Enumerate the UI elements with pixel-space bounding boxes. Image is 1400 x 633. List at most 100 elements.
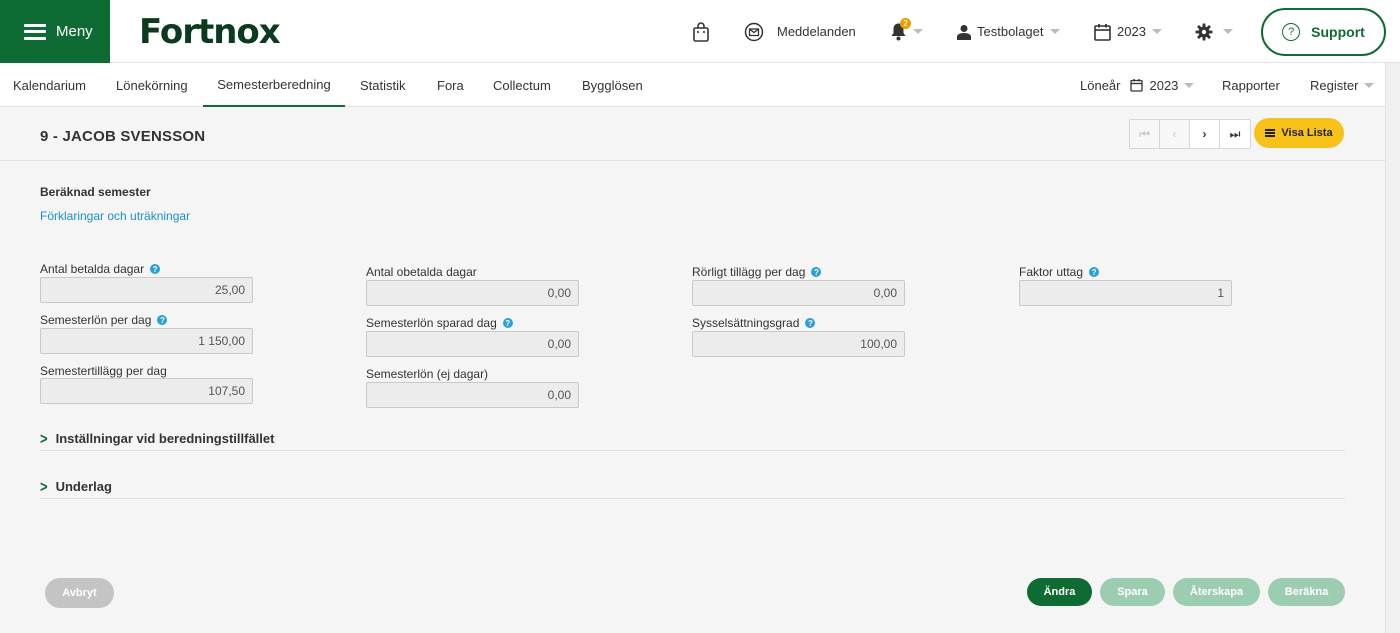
help-icon[interactable]: ? xyxy=(811,267,822,277)
semesterlon-per-dag-field[interactable]: 1 150,00 xyxy=(40,328,253,354)
chevron-right-icon: > xyxy=(40,429,48,448)
list-icon xyxy=(1265,129,1276,137)
label-text: Sysselsättningsgrad xyxy=(692,316,800,330)
tab-fora[interactable]: Fora xyxy=(437,63,464,107)
berakna-button[interactable]: Beräkna xyxy=(1268,578,1345,606)
label-text: Semesterlön per dag xyxy=(40,313,152,327)
notifications-button[interactable]: 2 xyxy=(890,0,923,63)
installningar-section-toggle[interactable]: > Inställningar vid beredningstillfället xyxy=(40,427,1345,451)
register-label: Register xyxy=(1310,77,1359,93)
tab-statistik[interactable]: Statistik xyxy=(360,63,406,107)
chevron-right-icon: › xyxy=(1202,127,1207,141)
menu-label: Meny xyxy=(56,23,93,40)
top-bar: Meny Fortnox Meddelanden 2 Testbolaget 2… xyxy=(0,0,1400,63)
help-icon[interactable]: ? xyxy=(502,318,513,328)
label-text: Antal obetalda dagar xyxy=(366,265,477,279)
rorligt-tillagg-field[interactable]: 0,00 xyxy=(692,280,905,306)
sysselsattningsgrad-field[interactable]: 100,00 xyxy=(692,331,905,357)
first-record-button[interactable]: ⏮ xyxy=(1130,120,1160,148)
shopping-bag-icon xyxy=(693,21,709,42)
label-text: Semesterlön sparad dag xyxy=(366,316,497,330)
tab-collectum[interactable]: Collectum xyxy=(493,63,551,107)
field-label-rorligt-tillagg: Rörligt tillägg per dag? xyxy=(692,265,822,279)
support-button[interactable]: ? Support xyxy=(1261,8,1386,56)
loneaar-label: Löneår xyxy=(1080,77,1121,93)
semesterlon-sparad-dag-field[interactable]: 0,00 xyxy=(366,331,579,357)
help-icon[interactable]: ? xyxy=(1089,267,1100,277)
company-selector[interactable]: Testbolaget xyxy=(957,0,1060,63)
calendar-icon xyxy=(1130,79,1144,92)
avbryt-button[interactable]: Avbryt xyxy=(45,578,114,608)
skip-last-icon: ⏭ xyxy=(1229,126,1241,141)
chevron-left-icon: ‹ xyxy=(1172,127,1177,141)
andra-button[interactable]: Ändra xyxy=(1027,578,1092,606)
user-icon xyxy=(957,24,971,40)
semestertillagg-per-dag-field[interactable]: 107,50 xyxy=(40,378,253,404)
page-header: 9 - JACOB SVENSSON ⏮ ‹ › ⏭ xyxy=(0,108,1385,161)
messages-label: Meddelanden xyxy=(777,24,856,39)
visa-lista-label: Visa Lista xyxy=(1281,127,1333,139)
shopping-bag-button[interactable] xyxy=(692,0,710,63)
register-menu[interactable]: Register xyxy=(1310,63,1375,107)
section-title: Beräknad semester xyxy=(40,185,151,199)
mail-icon xyxy=(744,22,764,41)
chevron-down-icon xyxy=(913,29,923,34)
underlag-section-toggle[interactable]: > Underlag xyxy=(40,475,1345,499)
help-icon[interactable]: ? xyxy=(150,264,161,274)
help-icon[interactable]: ? xyxy=(805,318,816,328)
field-label-semestertillagg-per-dag: Semestertillägg per dag xyxy=(40,364,167,378)
rapporter-menu[interactable]: Rapporter xyxy=(1222,63,1280,107)
label-text: Semesterlön (ej dagar) xyxy=(366,367,489,381)
tab-lonekorning[interactable]: Lönekörning xyxy=(116,63,188,107)
fortnox-logo[interactable]: Fortnox xyxy=(139,12,281,52)
chevron-down-icon xyxy=(1223,29,1233,34)
label-text: Semestertillägg per dag xyxy=(40,364,167,378)
menu-button[interactable]: Meny xyxy=(0,0,110,63)
label-text: Antal betalda dagar xyxy=(40,262,145,276)
visa-lista-button[interactable]: Visa Lista xyxy=(1254,118,1344,148)
last-record-button[interactable]: ⏭ xyxy=(1220,120,1250,148)
explanations-link[interactable]: Förklaringar och uträkningar xyxy=(40,209,190,223)
section-heading: Inställningar vid beredningstillfället xyxy=(55,431,275,446)
hamburger-icon xyxy=(24,23,46,40)
tab-bygglosen[interactable]: Bygglösen xyxy=(582,63,643,107)
settings-button[interactable] xyxy=(1195,0,1233,63)
semesterlon-ej-dagar-field[interactable]: 0,00 xyxy=(366,382,579,408)
field-label-antal-obetalda-dagar: Antal obetalda dagar xyxy=(366,265,477,279)
next-record-button[interactable]: › xyxy=(1190,120,1220,148)
tab-semesterberedning[interactable]: Semesterberedning xyxy=(203,63,345,107)
antal-obetalda-dagar-field[interactable]: 0,00 xyxy=(366,280,579,306)
gear-icon xyxy=(1195,23,1213,40)
company-name: Testbolaget xyxy=(977,24,1044,39)
chevron-down-icon xyxy=(1049,29,1060,34)
support-label: Support xyxy=(1311,24,1365,40)
field-label-faktor-uttag: Faktor uttag? xyxy=(1019,265,1100,279)
record-pager: ⏮ ‹ › ⏭ xyxy=(1129,119,1251,149)
loneaar-year: 2023 xyxy=(1149,77,1179,93)
notification-badge: 2 xyxy=(900,18,911,29)
field-label-sysselsattningsgrad: Sysselsättningsgrad? xyxy=(692,316,816,330)
faktor-uttag-field[interactable]: 1 xyxy=(1019,280,1232,306)
calendar-icon xyxy=(1094,23,1111,41)
skip-first-icon: ⏮ xyxy=(1139,126,1150,141)
year-label: 2023 xyxy=(1117,24,1146,39)
previous-record-button[interactable]: ‹ xyxy=(1160,120,1190,148)
label-text: Rörligt tillägg per dag xyxy=(692,265,806,279)
tab-kalendarium[interactable]: Kalendarium xyxy=(13,63,86,107)
chevron-right-icon: > xyxy=(40,477,48,496)
sub-navigation: Kalendarium Lönekörning Semesterberednin… xyxy=(0,63,1385,107)
chevron-down-icon xyxy=(1151,29,1162,34)
page-title: 9 - JACOB SVENSSON xyxy=(40,128,206,145)
antal-betalda-dagar-field[interactable]: 25,00 xyxy=(40,277,253,303)
loneaar-selector[interactable]: Löneår 2023 xyxy=(1080,63,1195,107)
chevron-down-icon xyxy=(1364,82,1375,88)
spara-button[interactable]: Spara xyxy=(1100,578,1165,606)
messages-button[interactable]: Meddelanden xyxy=(744,0,856,63)
aterskapa-button[interactable]: Återskapa xyxy=(1173,578,1260,606)
question-icon: ? xyxy=(1282,23,1301,41)
field-label-semesterlon-ej-dagar: Semesterlön (ej dagar) xyxy=(366,367,488,381)
field-label-antal-betalda-dagar: Antal betalda dagar? xyxy=(40,262,161,276)
year-selector[interactable]: 2023 xyxy=(1094,0,1162,63)
help-icon[interactable]: ? xyxy=(157,315,168,325)
scrollbar[interactable] xyxy=(1385,63,1400,633)
